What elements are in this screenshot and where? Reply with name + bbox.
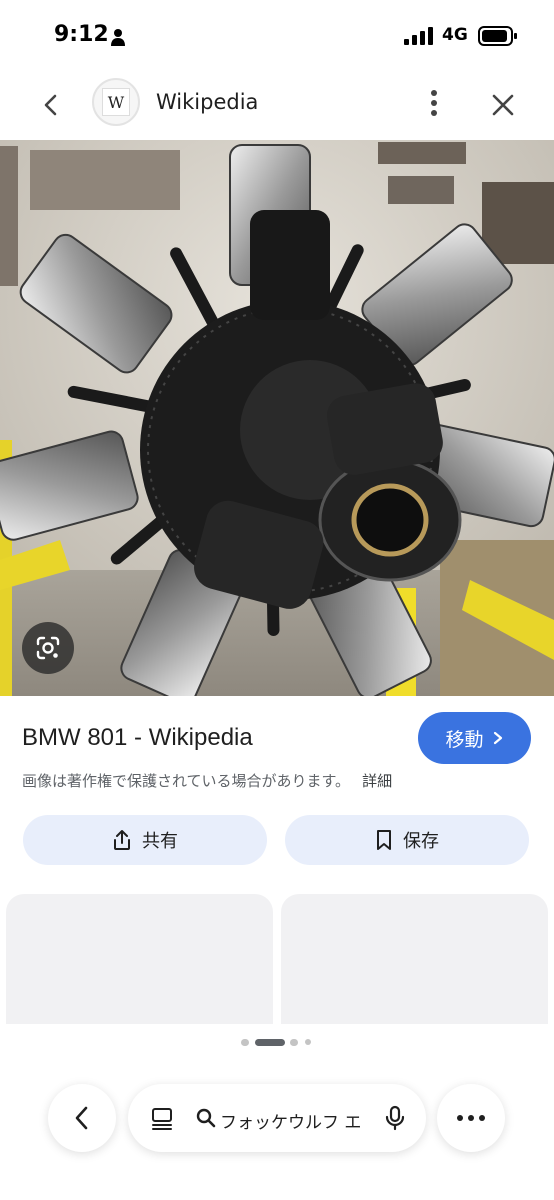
nav-back-button[interactable] (48, 1084, 116, 1152)
person-icon (111, 29, 125, 46)
back-arrow-icon[interactable] (34, 88, 68, 122)
image-pager (0, 1038, 554, 1048)
overflow-menu-button[interactable] (437, 1084, 505, 1152)
network-label: 4G (442, 25, 468, 45)
save-button[interactable]: 保存 (285, 815, 529, 865)
more-horiz-icon (457, 1115, 485, 1121)
search-bar[interactable]: フォッケウルフ エ (128, 1084, 426, 1152)
visit-button-label: 移動 (445, 728, 484, 751)
tabs-icon[interactable] (150, 1106, 174, 1130)
google-lens-icon (36, 636, 60, 660)
chevron-left-icon (75, 1106, 88, 1130)
result-header: W Wikipedia (0, 72, 554, 136)
share-button-label: 共有 (142, 831, 178, 852)
search-icon (196, 1108, 216, 1128)
site-name[interactable]: Wikipedia (156, 90, 258, 114)
status-time: 9:12 (54, 22, 109, 47)
pager-dot (290, 1039, 298, 1046)
result-title[interactable]: BMW 801 - Wikipedia (22, 724, 253, 752)
visit-button[interactable]: 移動 (418, 712, 531, 764)
search-query-text[interactable]: フォッケウルフ エ (220, 1108, 361, 1133)
copyright-notice: 画像は著作権で保護されている場合があります。 詳細 (22, 770, 392, 791)
status-bar: 9:12 4G (0, 0, 554, 70)
bottom-navigation: フォッケウルフ エ (0, 1082, 554, 1154)
engine-photo (0, 140, 554, 696)
save-button-label: 保存 (403, 831, 439, 852)
chevron-right-icon (493, 731, 502, 745)
related-result-card[interactable] (6, 894, 273, 1024)
mic-icon[interactable] (384, 1105, 406, 1131)
home-indicator (207, 1186, 347, 1191)
more-vert-icon[interactable] (420, 86, 448, 120)
close-icon[interactable] (486, 88, 520, 122)
share-button[interactable]: 共有 (23, 815, 267, 865)
bookmark-icon (377, 830, 391, 850)
copyright-text: 画像は著作権で保護されている場合があります。 (22, 772, 351, 790)
signal-icon (404, 27, 433, 45)
pager-dot-active (255, 1039, 285, 1046)
result-image[interactable] (0, 140, 554, 696)
share-icon (114, 830, 130, 850)
pager-dot (305, 1039, 311, 1045)
pager-dot (241, 1039, 249, 1046)
battery-icon (478, 26, 517, 46)
related-result-card[interactable] (281, 894, 548, 1024)
site-logo: W (92, 78, 140, 126)
google-lens-button[interactable] (22, 622, 74, 674)
wikipedia-logo-letter: W (102, 88, 130, 116)
details-link[interactable]: 詳細 (362, 772, 392, 790)
